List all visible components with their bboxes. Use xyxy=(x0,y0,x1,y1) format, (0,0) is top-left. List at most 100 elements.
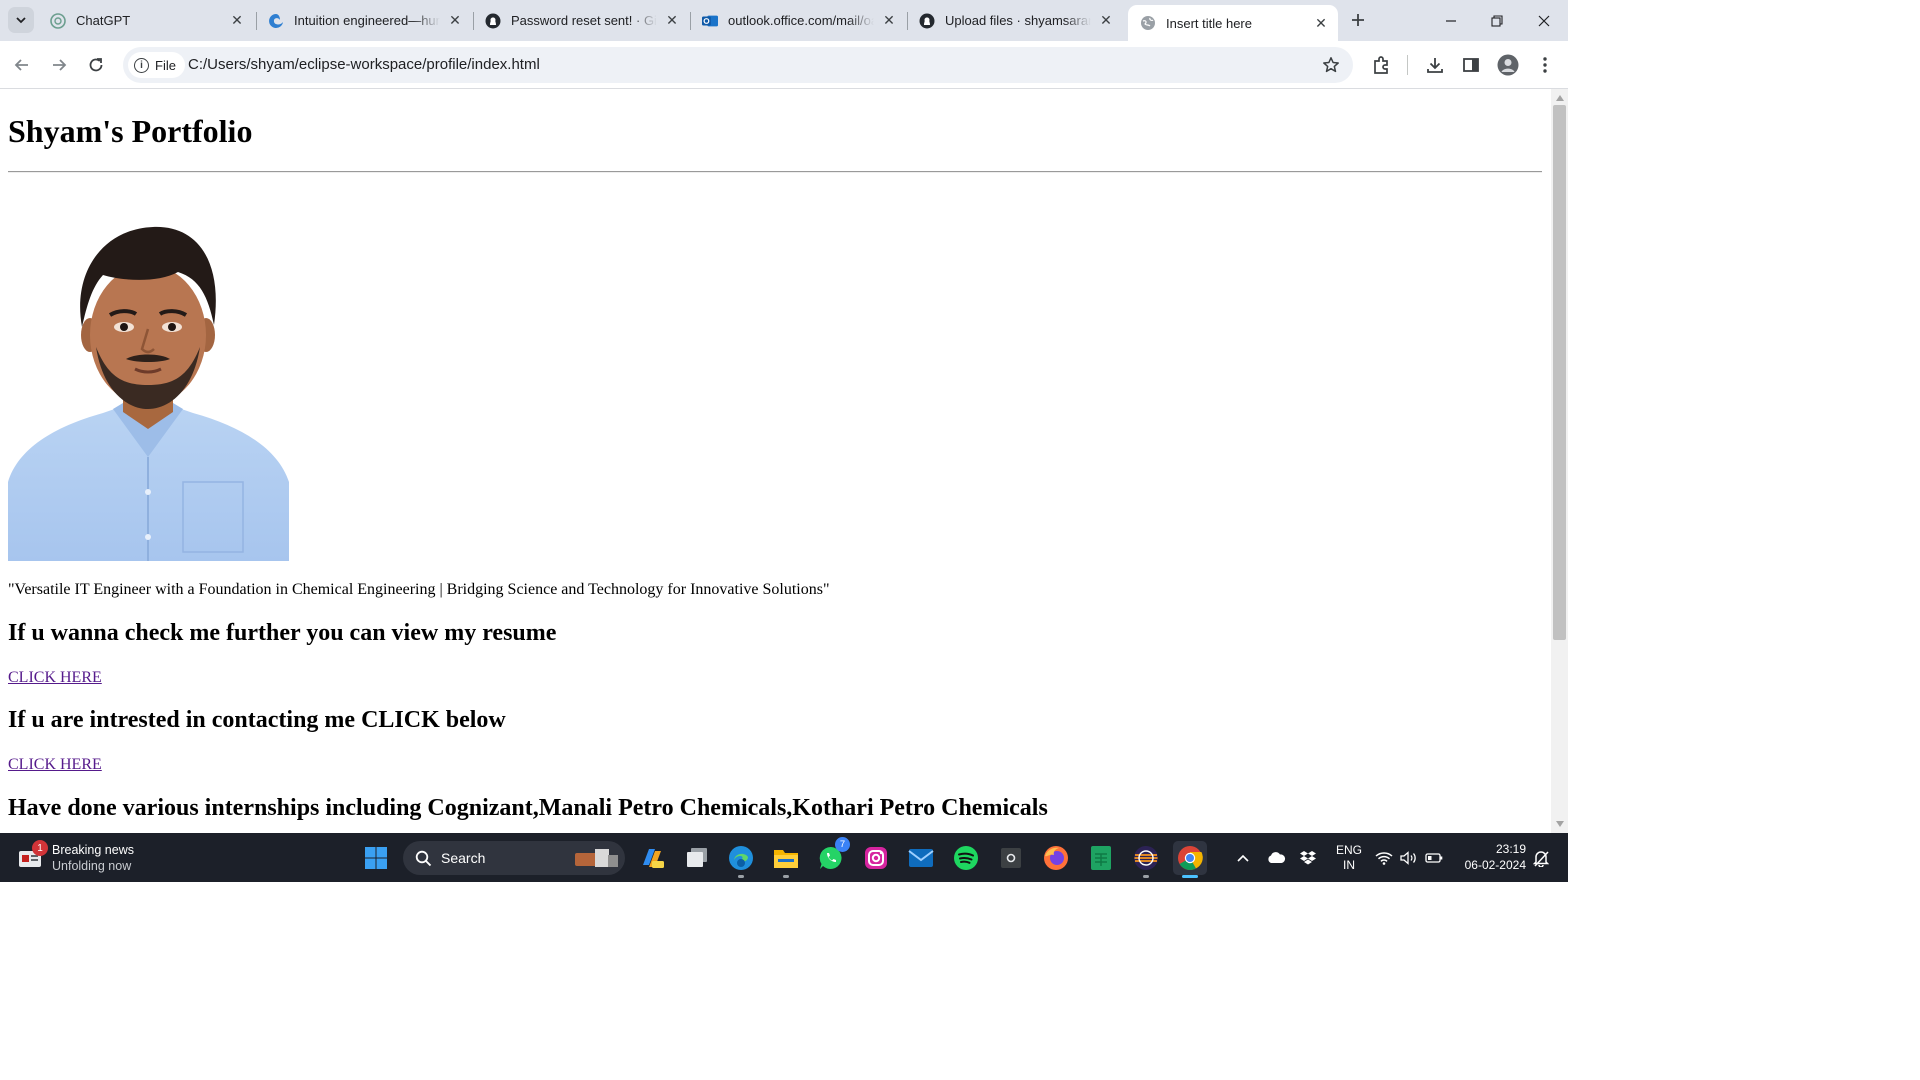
tab-outlook[interactable]: outlook.office.com/mail/oa ✕ xyxy=(690,0,906,41)
running-indicator xyxy=(783,875,789,878)
close-icon[interactable]: ✕ xyxy=(1097,12,1115,30)
eclipse-icon xyxy=(1134,846,1158,870)
taskbar-app-eclipse[interactable] xyxy=(1129,841,1163,878)
tab-search-button[interactable] xyxy=(8,7,34,33)
cloud-icon xyxy=(1268,852,1286,863)
windows-logo-icon xyxy=(365,847,387,869)
taskbar-app-edge[interactable] xyxy=(724,841,758,878)
minimize-icon xyxy=(1446,19,1456,22)
close-icon[interactable]: ✕ xyxy=(228,12,246,30)
reload-button[interactable] xyxy=(82,51,110,79)
forward-button[interactable] xyxy=(45,51,73,79)
quick-settings-button[interactable] xyxy=(1374,833,1444,882)
bell-icon xyxy=(1533,850,1549,867)
tab-chatgpt[interactable]: ChatGPT ✕ xyxy=(38,0,254,41)
taskbar-app-sheets[interactable] xyxy=(1084,841,1118,875)
arrow-left-icon xyxy=(14,59,28,71)
app-square-icon xyxy=(1001,848,1021,868)
taskbar-search[interactable]: Search xyxy=(403,841,625,875)
triangle-up-icon xyxy=(1555,95,1564,101)
side-panel-icon xyxy=(1463,58,1479,72)
close-window-button[interactable] xyxy=(1521,0,1567,41)
taskbar-app-chrome[interactable] xyxy=(1173,841,1207,878)
taskbar-app-whatsapp[interactable]: 7 xyxy=(814,837,850,875)
close-icon xyxy=(1538,15,1550,26)
info-icon: i xyxy=(134,57,149,73)
notifications-button[interactable] xyxy=(1530,833,1552,882)
menu-button[interactable] xyxy=(1533,53,1557,77)
taskbar-app-file-explorer[interactable] xyxy=(769,841,803,878)
downloads-button[interactable] xyxy=(1423,53,1447,77)
tab-github-upload[interactable]: Upload files · shyamsaranr ✕ xyxy=(907,0,1123,41)
show-hidden-icons-button[interactable] xyxy=(1232,833,1254,882)
download-icon xyxy=(1427,58,1443,73)
scroll-up-button[interactable] xyxy=(1551,91,1568,105)
page-scrollbar[interactable] xyxy=(1551,89,1568,833)
new-tab-button[interactable] xyxy=(1346,8,1370,32)
contact-link[interactable]: CLICK HERE xyxy=(8,755,102,775)
taskbar-app-copilot[interactable] xyxy=(635,841,669,875)
search-placeholder: Search xyxy=(441,850,486,866)
close-icon[interactable]: ✕ xyxy=(1312,14,1330,32)
close-icon[interactable]: ✕ xyxy=(880,12,898,30)
resume-link[interactable]: CLICK HERE xyxy=(8,668,102,688)
address-bar[interactable]: i File C:/Users/shyam/eclipse-workspace/… xyxy=(123,47,1353,83)
dropbox-tray[interactable] xyxy=(1296,833,1320,882)
folder-icon xyxy=(774,850,798,868)
browser-toolbar: i File C:/Users/shyam/eclipse-workspace/… xyxy=(0,41,1568,89)
tab-title: outlook.office.com/mail/oa xyxy=(728,13,874,28)
spotify-icon xyxy=(954,846,978,870)
back-button[interactable] xyxy=(8,51,36,79)
scroll-down-button[interactable] xyxy=(1551,817,1568,831)
restore-button[interactable] xyxy=(1474,0,1520,41)
news-subtitle: Unfolding now xyxy=(52,859,132,873)
globe-icon xyxy=(1140,15,1156,31)
news-title: Breaking news xyxy=(52,843,134,857)
news-widget[interactable]: 1 Breaking news Unfolding now xyxy=(18,839,134,877)
more-vertical-icon xyxy=(1543,57,1547,73)
close-icon[interactable]: ✕ xyxy=(663,12,681,30)
tab-github-password[interactable]: Password reset sent! · GitH ✕ xyxy=(473,0,689,41)
person-portrait-image xyxy=(8,217,289,561)
taskbar-clock[interactable]: 23:19 06-02-2024 xyxy=(1456,841,1526,873)
taskbar-app-instagram[interactable] xyxy=(859,841,893,875)
url-text[interactable]: C:/Users/shyam/eclipse-workspace/profile… xyxy=(188,56,540,73)
dropbox-icon xyxy=(1300,850,1316,864)
taskbar-app-task-view[interactable] xyxy=(680,841,714,875)
language-indicator[interactable]: ENG IN xyxy=(1330,833,1368,882)
clock-date: 06-02-2024 xyxy=(1464,858,1526,872)
whatsapp-badge: 7 xyxy=(835,837,850,852)
chevron-down-icon xyxy=(16,17,26,24)
onedrive-tray[interactable] xyxy=(1264,833,1288,882)
running-indicator xyxy=(1143,875,1149,878)
scroll-thumb[interactable] xyxy=(1553,105,1566,640)
profile-avatar[interactable] xyxy=(1496,53,1520,77)
taskbar-app-spotify[interactable] xyxy=(949,841,983,875)
profile-photo xyxy=(8,217,289,561)
github-icon xyxy=(485,13,501,29)
taskbar-app-generic[interactable] xyxy=(994,841,1028,875)
taskbar-app-mail[interactable] xyxy=(904,841,938,875)
arrow-right-icon xyxy=(53,59,67,71)
tab-title: ChatGPT xyxy=(76,13,131,28)
tab-intuition[interactable]: Intuition engineered—hum ✕ xyxy=(256,0,472,41)
extensions-button[interactable] xyxy=(1369,53,1393,77)
firefox-icon xyxy=(1044,846,1068,870)
clock-time: 23:19 xyxy=(1495,842,1526,856)
close-icon[interactable]: ✕ xyxy=(446,12,464,30)
spreadsheet-icon xyxy=(1091,846,1111,870)
battery-icon xyxy=(1425,852,1443,863)
start-button[interactable] xyxy=(359,841,393,875)
minimize-button[interactable] xyxy=(1428,0,1474,41)
chevron-up-icon xyxy=(1237,854,1249,862)
tab-insert-title[interactable]: Insert title here ✕ xyxy=(1128,5,1338,41)
taskbar-app-firefox[interactable] xyxy=(1039,841,1073,875)
region-code: IN xyxy=(1343,857,1355,872)
side-panel-button[interactable] xyxy=(1459,53,1483,77)
copilot-icon xyxy=(643,849,664,868)
resume-heading: If u wanna check me further you can view… xyxy=(8,620,557,646)
tab-title: Upload files · shyamsaranr xyxy=(945,13,1091,28)
site-info-chip[interactable]: i File xyxy=(128,52,185,78)
bookmark-star-button[interactable] xyxy=(1321,55,1341,75)
news-badge: 1 xyxy=(32,840,48,856)
